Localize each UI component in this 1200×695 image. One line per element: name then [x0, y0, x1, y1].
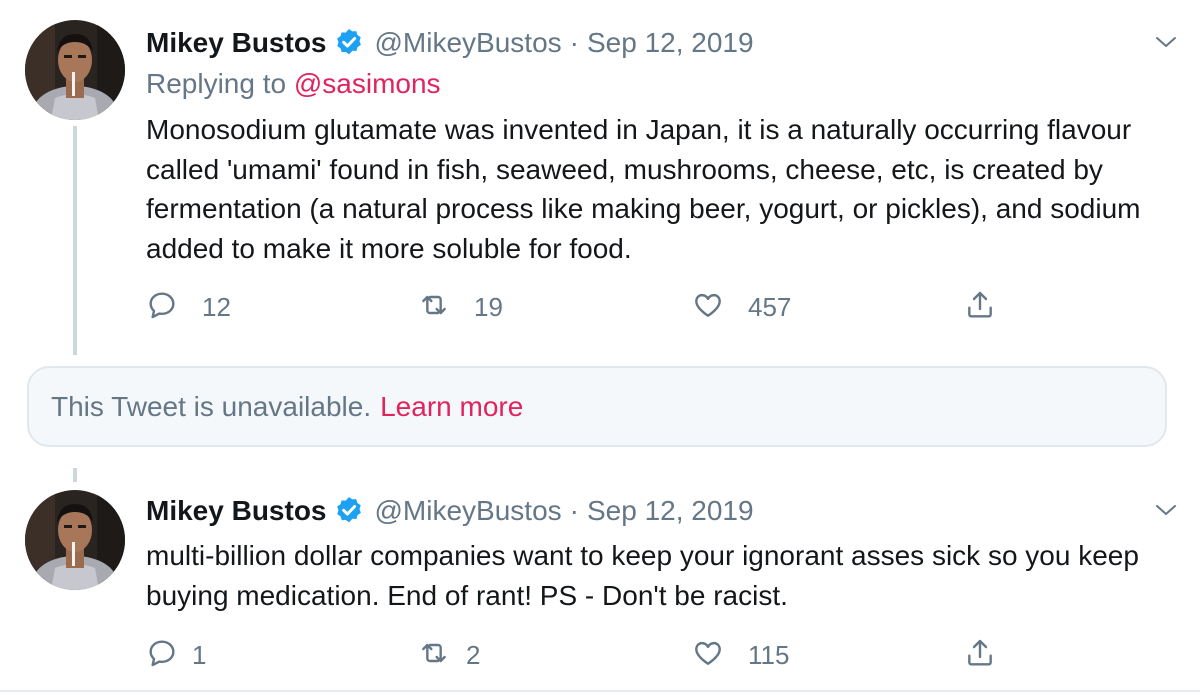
- separator-dot: ·: [569, 495, 579, 526]
- author-name[interactable]: Mikey Bustos: [146, 27, 327, 59]
- share-button[interactable]: [964, 287, 996, 327]
- tweet-actions: 12 19 457: [146, 287, 1006, 327]
- avatar[interactable]: [25, 20, 125, 120]
- learn-more-link[interactable]: Learn more: [380, 391, 523, 423]
- tweet[interactable]: Mikey Bustos @MikeyBustos · Sep 12, 2019…: [0, 0, 1200, 362]
- like-button[interactable]: 457: [692, 287, 791, 327]
- separator-dot: ·: [569, 27, 579, 58]
- thread-line: [73, 126, 77, 355]
- like-icon: [692, 289, 724, 326]
- tweet-header: Mikey Bustos @MikeyBustos · Sep 12, 2019: [146, 490, 1050, 532]
- reply-button[interactable]: 12: [146, 287, 231, 327]
- reply-icon: [146, 637, 178, 674]
- share-icon: [964, 637, 996, 674]
- thread-line: [73, 468, 77, 482]
- retweet-button[interactable]: 2: [418, 635, 480, 675]
- like-icon: [692, 637, 724, 674]
- retweet-icon: [418, 289, 450, 326]
- reply-count: 12: [202, 291, 231, 322]
- author-name[interactable]: Mikey Bustos: [146, 495, 327, 527]
- verified-badge-icon: [333, 27, 365, 59]
- tweet-actions: 1 2 115: [146, 635, 1006, 675]
- tweet-header: Mikey Bustos @MikeyBustos · Sep 12, 2019: [146, 22, 1050, 64]
- share-icon: [964, 289, 996, 326]
- replying-to: Replying to @sasimons: [146, 68, 441, 100]
- tweet-text: multi-billion dollar companies want to k…: [146, 540, 1139, 611]
- author-handle[interactable]: @MikeyBustos: [375, 27, 562, 59]
- share-button[interactable]: [964, 635, 996, 675]
- verified-badge-icon: [333, 495, 365, 527]
- divider: [0, 690, 1200, 692]
- like-button[interactable]: 115: [692, 635, 789, 675]
- replying-prefix: Replying to: [146, 68, 287, 99]
- retweet-count: 19: [474, 291, 503, 322]
- like-count: 115: [748, 639, 790, 670]
- retweet-icon: [418, 637, 450, 674]
- tweet-text: Monosodium glutamate was invented in Jap…: [146, 114, 1141, 264]
- tweet-date[interactable]: Sep 12, 2019: [587, 27, 754, 59]
- unavailable-tweet-notice: This Tweet is unavailable. Learn more: [27, 366, 1167, 447]
- retweet-button[interactable]: 19: [418, 287, 503, 327]
- avatar[interactable]: [25, 490, 125, 590]
- unavailable-text: This Tweet is unavailable.: [51, 390, 372, 422]
- reply-icon: [146, 289, 178, 326]
- mention-link[interactable]: @sasimons: [294, 68, 441, 99]
- like-count: 457: [748, 291, 792, 322]
- reply-button[interactable]: 1: [146, 635, 206, 675]
- retweet-count: 2: [466, 639, 481, 670]
- tweet-date[interactable]: Sep 12, 2019: [587, 495, 754, 527]
- caret-down-icon[interactable]: [1154, 498, 1178, 522]
- author-handle[interactable]: @MikeyBustos: [375, 495, 562, 527]
- reply-count: 1: [192, 639, 207, 670]
- caret-down-icon[interactable]: [1154, 30, 1178, 54]
- tweet[interactable]: Mikey Bustos @MikeyBustos · Sep 12, 2019…: [0, 462, 1200, 695]
